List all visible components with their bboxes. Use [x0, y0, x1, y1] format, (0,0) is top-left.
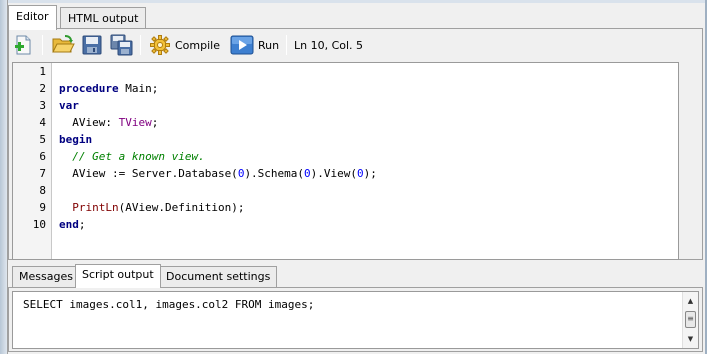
cursor-position-status: Ln 10, Col. 5 [294, 39, 364, 52]
tab-document-settings-label: Document settings [166, 270, 271, 283]
save-button[interactable] [81, 33, 103, 57]
run-play-icon [230, 35, 254, 55]
tab-messages[interactable]: Messages [12, 266, 80, 287]
scroll-up-arrow-icon[interactable]: ▲ [683, 294, 698, 308]
new-icon [13, 34, 35, 56]
code-area[interactable]: procedure Main; var AView: TView; begin … [59, 63, 674, 259]
tab-editor[interactable]: Editor [8, 5, 57, 30]
toolbar-separator [286, 35, 287, 55]
tab-html-output-label: HTML output [68, 12, 139, 25]
code-line: AView := Server.Database(0).Schema(0).Vi… [59, 167, 377, 180]
line-number: 5 [39, 133, 46, 146]
line-number: 1 [39, 65, 46, 78]
output-scrollbar[interactable]: ▲ ≡ ▼ [682, 292, 698, 348]
line-number: 7 [39, 167, 46, 180]
line-number-gutter: 1 2 3 4 5 6 7 8 9 10 [13, 63, 52, 259]
line-number: 6 [39, 150, 46, 163]
tab-messages-label: Messages [19, 270, 73, 283]
line-number: 8 [39, 184, 46, 197]
code-line: var [59, 99, 79, 112]
scroll-down-arrow-icon[interactable]: ▼ [683, 332, 698, 346]
top-tab-bar: Editor HTML output [8, 3, 705, 30]
open-button[interactable] [51, 33, 75, 57]
code-line: PrintLn(AView.Definition); [72, 201, 245, 214]
window-left-edge [0, 0, 8, 354]
run-label: Run [258, 38, 280, 52]
save-all-icon [110, 34, 134, 56]
new-button[interactable] [13, 33, 35, 57]
line-number: 3 [39, 99, 46, 112]
compile-label: Compile [175, 38, 220, 52]
script-output-text: SELECT images.col1, images.col2 FROM ima… [23, 298, 315, 311]
tab-script-output-label: Script output [82, 268, 154, 281]
code-line: procedure Main; [59, 82, 159, 95]
code-line: AView: TView; [59, 116, 159, 129]
code-line: // Get a known view. [72, 150, 205, 163]
code-editor[interactable]: 1 2 3 4 5 6 7 8 9 10 procedure Main; var… [12, 62, 679, 260]
save-all-button[interactable] [110, 33, 134, 57]
toolbar-separator [42, 35, 43, 55]
toolbar: Compile Run Ln 10, Col. 5 [9, 29, 702, 61]
open-icon [51, 34, 75, 56]
line-number: 4 [39, 116, 46, 129]
scroll-thumb[interactable]: ≡ [685, 311, 696, 328]
code-line: begin [59, 133, 93, 146]
toolbar-separator [140, 35, 141, 55]
tab-html-output[interactable]: HTML output [60, 7, 147, 29]
line-number: 9 [39, 201, 46, 214]
code-line: end; [59, 218, 86, 231]
script-output-box[interactable]: SELECT images.col1, images.col2 FROM ima… [12, 291, 699, 349]
compile-gear-icon [149, 34, 171, 56]
compile-button[interactable]: Compile [149, 33, 220, 57]
tab-editor-label: Editor [16, 10, 49, 23]
line-number: 10 [32, 218, 46, 231]
output-panel: SELECT images.col1, images.col2 FROM ima… [8, 287, 703, 352]
editor-panel: Compile Run Ln 10, Col. 5 1 2 3 4 5 6 7 [8, 28, 703, 260]
tab-script-output[interactable]: Script output [75, 264, 161, 288]
tab-document-settings[interactable]: Document settings [159, 266, 278, 287]
bottom-tab-bar: Messages Script output Document settings [8, 263, 705, 288]
run-button[interactable]: Run [230, 33, 279, 57]
save-icon [81, 34, 103, 56]
line-number: 2 [39, 82, 46, 95]
